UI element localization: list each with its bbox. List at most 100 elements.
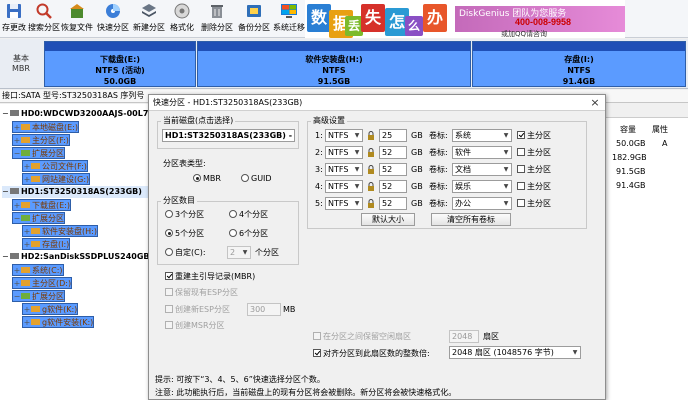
- expand-icon[interactable]: +: [23, 317, 31, 329]
- primary-checkbox[interactable]: 主分区: [517, 130, 551, 142]
- expand-icon[interactable]: +: [13, 278, 21, 290]
- unallocated-sectors-input[interactable]: 2048: [449, 330, 479, 343]
- fs-select[interactable]: NTFS ▼: [325, 129, 363, 142]
- tree-node-partition[interactable]: + 公司文件(F:): [22, 160, 88, 172]
- primary-checkbox[interactable]: 主分区: [517, 164, 551, 176]
- format-button[interactable]: 格式化: [166, 2, 198, 36]
- size-input[interactable]: 52: [379, 180, 407, 193]
- volume-label-select[interactable]: 软件 ▼: [452, 146, 512, 159]
- delete-partition-button[interactable]: 删除分区: [198, 2, 236, 36]
- lock-icon[interactable]: [367, 165, 375, 174]
- disk-map-partition-i[interactable]: 存盘(I:) NTFS 91.4GB: [472, 41, 686, 87]
- count-4-radio[interactable]: 4个分区: [229, 209, 268, 221]
- expand-icon[interactable]: −: [2, 251, 10, 263]
- volume-label-select[interactable]: 系统 ▼: [452, 129, 512, 142]
- tree-node-partition[interactable]: + 本地磁盘(E:): [12, 121, 79, 133]
- disk-map-partition-h[interactable]: 软件安装盘(H:) NTFS 91.5GB: [197, 41, 471, 87]
- size-input[interactable]: 52: [379, 146, 407, 159]
- create-msr-checkbox[interactable]: 创建MSR分区: [165, 320, 225, 332]
- disk-map-partition-e[interactable]: 下载盘(E:) NTFS (活动) 50.0GB: [44, 41, 196, 87]
- save-button[interactable]: 存更改: [0, 2, 28, 36]
- mbr-radio[interactable]: MBR: [193, 173, 221, 185]
- volume-label-select[interactable]: 娱乐 ▼: [452, 180, 512, 193]
- fs-select[interactable]: NTFS ▼: [325, 163, 363, 176]
- current-disk-selector[interactable]: HD1:ST3250318AS(233GB) - 下载盘: [162, 129, 295, 142]
- row-index: 2:: [315, 148, 323, 157]
- tree-node-partition[interactable]: + 软件安装盘(H:): [22, 225, 98, 237]
- tree-node-partition[interactable]: + g软件安装(K:): [22, 316, 95, 329]
- expand-icon[interactable]: +: [13, 265, 21, 277]
- tree-node-partition[interactable]: − 扩展分区: [12, 290, 65, 302]
- count-5-radio[interactable]: 5个分区: [165, 228, 204, 240]
- expand-icon[interactable]: +: [13, 122, 21, 134]
- tree-node-disk[interactable]: − HD1:ST3250318AS(233GB): [2, 186, 148, 198]
- size-input[interactable]: 52: [379, 197, 407, 210]
- count-6-radio[interactable]: 6个分区: [229, 228, 268, 240]
- expand-icon[interactable]: +: [13, 135, 21, 147]
- new-partition-button[interactable]: 新建分区: [132, 2, 166, 36]
- tree-node-disk[interactable]: − HD2:SanDiskSSDPLUS240GB(224: [2, 251, 170, 263]
- column-header-capacity[interactable]: 容量: [620, 124, 636, 136]
- fs-select[interactable]: NTFS ▼: [325, 197, 363, 210]
- expand-icon[interactable]: −: [2, 186, 10, 198]
- system-migration-button[interactable]: 系统迁移: [272, 2, 306, 36]
- fs-select[interactable]: NTFS ▼: [325, 180, 363, 193]
- search-partition-button[interactable]: 搜索分区: [28, 2, 60, 36]
- tree-node-partition[interactable]: − 扩展分区: [12, 212, 65, 224]
- tree-node-partition[interactable]: − 扩展分区: [12, 147, 65, 159]
- partition-name: 下载盘(E:): [100, 55, 140, 64]
- lock-icon[interactable]: [367, 182, 375, 191]
- volume-label-select[interactable]: 办公 ▼: [452, 197, 512, 210]
- backup-partition-button[interactable]: 备份分区: [236, 2, 272, 36]
- close-icon[interactable]: ×: [589, 97, 601, 109]
- lock-icon[interactable]: [367, 148, 375, 157]
- align-checkbox[interactable]: 对齐分区到此扇区数的整数倍:: [313, 348, 430, 360]
- esp-size-input[interactable]: 300: [247, 303, 281, 316]
- lock-icon[interactable]: [367, 199, 375, 208]
- recover-files-button[interactable]: 恢复文件: [60, 2, 94, 36]
- expand-icon[interactable]: −: [13, 291, 21, 303]
- fs-select[interactable]: NTFS ▼: [325, 146, 363, 159]
- primary-checkbox[interactable]: 主分区: [517, 147, 551, 159]
- default-size-button[interactable]: 默认大小: [361, 213, 415, 226]
- tree-node-partition[interactable]: + g软件(K:): [22, 303, 79, 316]
- align-sectors-select[interactable]: 2048 扇区 (1048576 字节) ▼: [449, 346, 581, 359]
- tree-node-partition[interactable]: + 主分区(F:): [12, 134, 70, 146]
- tree-node-partition[interactable]: + 下载盘(E:): [12, 199, 71, 211]
- size-input[interactable]: 52: [379, 163, 407, 176]
- fs-value: NTFS: [328, 182, 349, 191]
- size-input[interactable]: 25: [379, 129, 407, 142]
- primary-checkbox[interactable]: 主分区: [517, 181, 551, 193]
- expand-icon[interactable]: +: [23, 161, 31, 173]
- expand-icon[interactable]: −: [2, 108, 10, 120]
- lock-icon[interactable]: [367, 131, 375, 140]
- expand-icon[interactable]: +: [13, 200, 21, 212]
- volume-label-select[interactable]: 文档 ▼: [452, 163, 512, 176]
- guid-radio[interactable]: GUID: [241, 173, 272, 185]
- quick-partition-icon: [106, 4, 120, 18]
- tree-node-partition[interactable]: + 系统(C:): [12, 264, 64, 276]
- tree-node-partition[interactable]: + 主分区(D:): [12, 277, 73, 290]
- support-banner[interactable]: 数 据 丢 失 怎 么 办 DiskGenius 团队为您服务 400-008-…: [305, 0, 625, 38]
- expand-icon[interactable]: +: [23, 239, 31, 251]
- clear-labels-button[interactable]: 清空所有卷标: [431, 213, 511, 226]
- tree-node-partition[interactable]: + 存盘(I:): [22, 238, 71, 251]
- quick-partition-button[interactable]: 快速分区: [94, 2, 132, 36]
- custom-count-radio[interactable]: 自定(C):: [165, 247, 206, 259]
- primary-checkbox[interactable]: 主分区: [517, 198, 551, 210]
- expand-icon[interactable]: +: [23, 174, 31, 186]
- expand-icon[interactable]: −: [13, 213, 21, 225]
- keep-esp-checkbox[interactable]: 保留现有ESP分区: [165, 287, 238, 299]
- tree-node-label: 软件安装盘(H:): [42, 227, 97, 236]
- expand-icon[interactable]: +: [23, 304, 31, 316]
- create-esp-checkbox[interactable]: 创建新ESP分区: [165, 304, 230, 316]
- tree-node-partition[interactable]: + 网站建设(G:): [22, 173, 91, 186]
- expand-icon[interactable]: −: [13, 148, 21, 160]
- keep-unallocated-checkbox[interactable]: 在分区之间保留空闲扇区: [313, 331, 411, 343]
- column-header-attr[interactable]: 属性: [652, 124, 668, 136]
- rebuild-mbr-checkbox[interactable]: 重建主引导记录(MBR): [165, 271, 255, 283]
- expand-icon[interactable]: +: [23, 226, 31, 238]
- tree-node-disk[interactable]: − HD0:WDCWD3200AAJS-00L7A0(2: [2, 108, 169, 120]
- count-3-radio[interactable]: 3个分区: [165, 209, 204, 221]
- custom-count-select[interactable]: 2 ▼: [227, 246, 251, 259]
